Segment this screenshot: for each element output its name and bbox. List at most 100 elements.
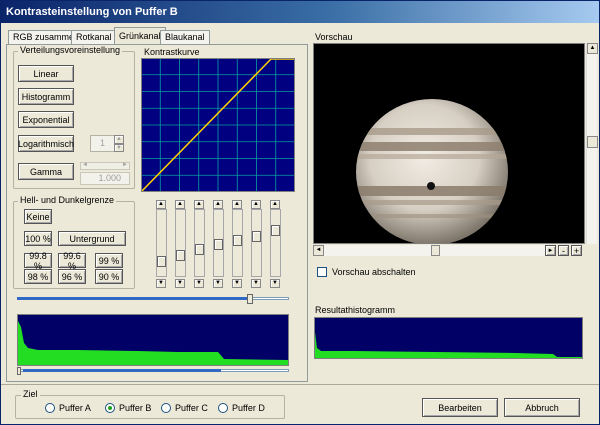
result-histogram (314, 317, 583, 359)
channel-histogram-fill (18, 321, 288, 365)
radio-dot[interactable] (105, 403, 115, 413)
distribution-group-label: Verteilungsvoreinstellung (18, 45, 123, 55)
channel-histogram (17, 314, 289, 366)
level-slider-track[interactable] (156, 209, 167, 277)
planet-disc (356, 99, 508, 243)
curve-label: Kontrastkurve (144, 47, 200, 57)
window-title: Kontrasteinstellung von Puffer B (6, 6, 178, 18)
level-slider-thumb[interactable] (233, 234, 242, 246)
tab-label: Rotkanal (76, 32, 112, 42)
channel-histogram-svg (18, 321, 288, 365)
vscroll-thumb[interactable] (587, 136, 598, 148)
radio-dot[interactable] (218, 403, 228, 413)
background-button[interactable]: Untergrund (58, 231, 126, 246)
tab-green[interactable]: Grünkanal (114, 27, 166, 44)
range-fill (17, 297, 249, 300)
jupiter-image (356, 99, 508, 243)
limits-group-label: Hell- und Dunkelgrenze (18, 195, 117, 205)
target-radio[interactable]: Puffer C (161, 403, 208, 413)
limit-96-button[interactable]: 96 % (58, 269, 86, 284)
result-histogram-fill (315, 332, 582, 358)
zoom-out-button[interactable]: - (558, 245, 569, 256)
radio-dot[interactable] (161, 403, 171, 413)
dialog-window: Kontrasteinstellung von Puffer B RGB zus… (0, 0, 600, 425)
level-slider-up-icon[interactable]: ▲ (175, 200, 185, 209)
none-button[interactable]: Keine (24, 209, 52, 224)
range-fill-bottom (23, 369, 221, 372)
tab-blue[interactable]: Blaukanal (160, 30, 210, 44)
level-slider-down-icon[interactable]: ▼ (232, 279, 242, 288)
exponential-button[interactable]: Exponential (18, 111, 74, 128)
tab-label: Grünkanal (119, 31, 161, 41)
limit-99-button[interactable]: 99 % (95, 253, 123, 268)
bottom-divider (1, 384, 599, 385)
level-slider-thumb[interactable] (214, 238, 223, 250)
preview-disable-checkbox[interactable] (317, 267, 327, 277)
histogram-button[interactable]: Histogramm (18, 88, 74, 105)
level-slider-track[interactable] (175, 209, 186, 277)
level-slider-down-icon[interactable]: ▼ (156, 279, 166, 288)
target-group-label: Ziel (21, 389, 40, 399)
limit-99-8-button[interactable]: 99.8 % (24, 251, 52, 271)
level-slider-up-icon[interactable]: ▲ (251, 200, 261, 209)
level-slider-down-icon[interactable]: ▼ (175, 279, 185, 288)
target-radio[interactable]: Puffer A (45, 403, 91, 413)
moon-shadow (427, 182, 435, 190)
target-radio[interactable]: Puffer D (218, 403, 265, 413)
limit-99-6-button[interactable]: 99.6 % (58, 251, 86, 271)
level-slider-up-icon[interactable]: ▲ (194, 200, 204, 209)
gamma-right-arrow-icon[interactable]: ► (122, 162, 128, 168)
level-slider-track[interactable] (270, 209, 281, 277)
limit-100-button[interactable]: 100 % (24, 231, 52, 246)
level-slider-track[interactable] (251, 209, 262, 277)
target-radio-label: Puffer D (232, 403, 265, 413)
level-slider-down-icon[interactable]: ▼ (213, 279, 223, 288)
limit-90-button[interactable]: 90 % (95, 269, 123, 284)
preview-label: Vorschau (315, 32, 353, 42)
target-radio-label: Puffer B (119, 403, 152, 413)
level-slider-up-icon[interactable]: ▲ (213, 200, 223, 209)
result-histogram-svg (315, 332, 582, 358)
tab-red[interactable]: Rotkanal (71, 30, 117, 44)
level-slider-thumb[interactable] (157, 255, 166, 267)
level-slider-down-icon[interactable]: ▼ (251, 279, 261, 288)
level-slider-down-icon[interactable]: ▼ (270, 279, 280, 288)
edit-button[interactable]: Bearbeiten (422, 398, 498, 417)
vscroll-up-icon[interactable]: ▲ (587, 43, 598, 54)
level-slider-thumb[interactable] (271, 224, 280, 236)
target-radio[interactable]: Puffer B (105, 403, 151, 413)
linear-button[interactable]: Linear (18, 65, 74, 82)
preview-image[interactable] (313, 43, 585, 244)
radio-dot[interactable] (45, 403, 55, 413)
hscroll-right-icon[interactable]: ► (545, 245, 556, 256)
zoom-in-button[interactable]: + (571, 245, 582, 256)
gamma-slider[interactable]: ◄ ► (80, 162, 130, 170)
hscroll-thumb[interactable] (431, 245, 440, 256)
range-min-handle[interactable] (17, 367, 21, 375)
level-slider-up-icon[interactable]: ▲ (156, 200, 166, 209)
level-slider-thumb[interactable] (252, 230, 261, 242)
range-max-handle[interactable] (247, 294, 253, 304)
gamma-button[interactable]: Gamma (18, 163, 74, 180)
preview-vscroll[interactable]: ▲ (586, 43, 598, 244)
level-slider-up-icon[interactable]: ▲ (270, 200, 280, 209)
log-spin-up-icon[interactable]: ▲ (114, 135, 124, 144)
gamma-left-arrow-icon[interactable]: ◄ (82, 162, 88, 168)
preview-hscroll[interactable]: ◄ (313, 245, 555, 256)
result-histogram-label: Resultathistogramm (315, 305, 396, 315)
level-slider-track[interactable] (194, 209, 205, 277)
log-value-field[interactable]: 1 (90, 135, 115, 152)
target-radio-label: Puffer A (59, 403, 91, 413)
tab-label: RGB zusammen (13, 32, 80, 42)
level-slider-thumb[interactable] (195, 244, 204, 256)
level-slider-down-icon[interactable]: ▼ (194, 279, 204, 288)
level-slider-up-icon[interactable]: ▲ (232, 200, 242, 209)
contrast-curve[interactable] (141, 58, 295, 192)
hscroll-left-icon[interactable]: ◄ (313, 245, 324, 256)
cancel-button[interactable]: Abbruch (504, 398, 580, 417)
logarithmic-button[interactable]: Logarithmisch (18, 135, 74, 152)
log-spin-down-icon[interactable]: ▼ (114, 144, 124, 152)
level-slider-thumb[interactable] (176, 250, 185, 262)
limit-98-button[interactable]: 98 % (24, 269, 52, 284)
gamma-value-field[interactable]: 1.000 (80, 172, 130, 185)
